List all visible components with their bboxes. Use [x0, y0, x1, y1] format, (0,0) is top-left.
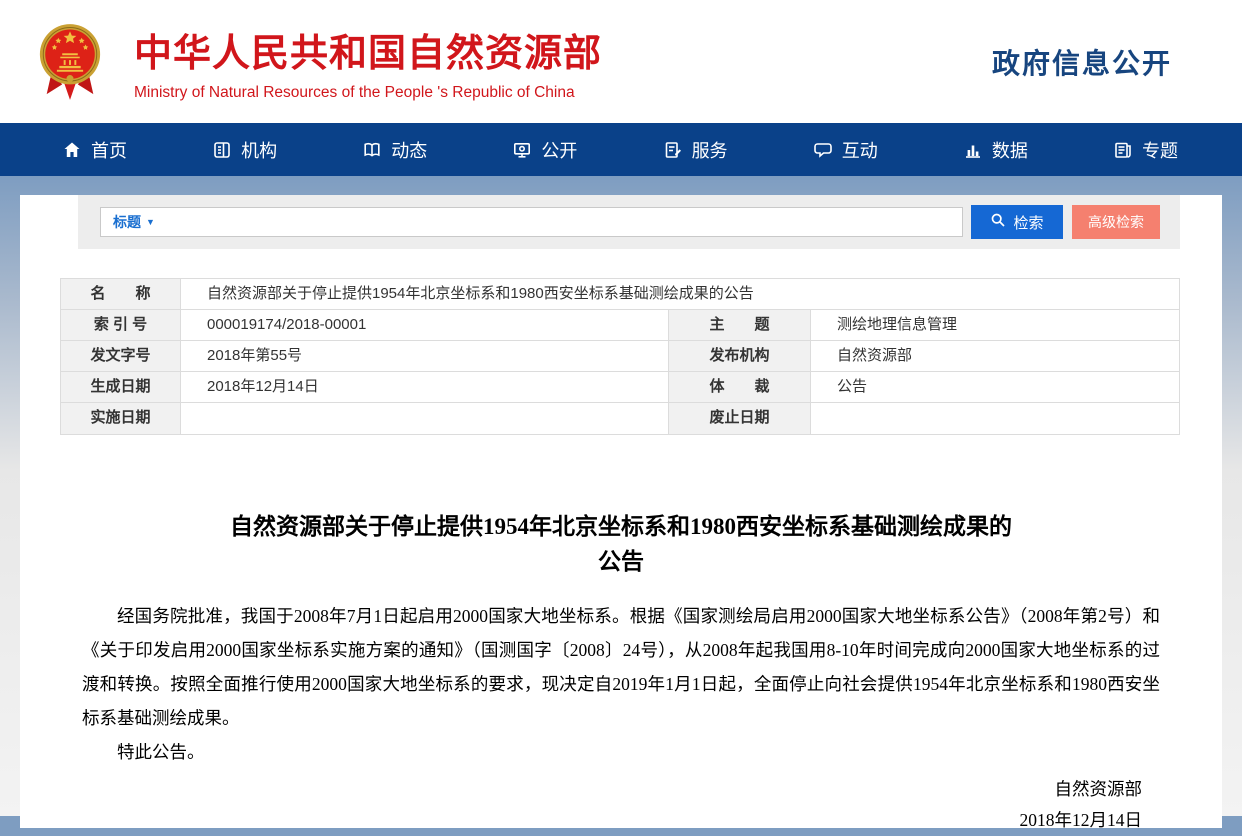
- announcement-body: 经国务院批准，我国于2008年7月1日起启用2000国家大地坐标系。根据《国家测…: [20, 599, 1222, 769]
- news-book-icon: [362, 140, 382, 160]
- disclosure-monitor-icon: [512, 140, 532, 160]
- nav-item-disclosure[interactable]: 公开: [512, 137, 577, 163]
- announcement-title: 自然资源部关于停止提供1954年北京坐标系和1980西安坐标系基础测绘成果的公告: [221, 509, 1021, 579]
- search-field-label: 标题: [113, 212, 141, 232]
- nav-item-label: 动态: [391, 137, 427, 163]
- nav-item-home[interactable]: 首页: [62, 137, 127, 163]
- meta-label-doc-number: 发文字号: [61, 341, 181, 372]
- chevron-down-icon: ▼: [146, 217, 155, 227]
- main-nav: 首页 机构 动态 公开 服务 互动 数据 专题: [0, 123, 1242, 176]
- meta-value-issuer: 自然资源部: [811, 341, 1179, 372]
- meta-label-effective-date: 实施日期: [61, 403, 181, 434]
- nav-item-services[interactable]: 服务: [663, 137, 728, 163]
- meta-label-name: 名 称: [61, 279, 181, 310]
- nav-item-data[interactable]: 数据: [963, 137, 1028, 163]
- nav-item-org[interactable]: 机构: [212, 137, 277, 163]
- page: { "header": { "title_cn": "中华人民共和国自然资源部"…: [0, 0, 1242, 816]
- announcement-closing: 特此公告。: [20, 735, 1222, 769]
- search-icon: [990, 212, 1006, 232]
- announcement-document: 自然资源部关于停止提供1954年北京坐标系和1980西安坐标系基础测绘成果的公告…: [20, 509, 1222, 836]
- china-national-emblem-icon: [36, 17, 104, 109]
- interaction-chat-icon: [813, 140, 833, 160]
- signature-org: 自然资源部: [20, 774, 1142, 805]
- home-icon: [62, 140, 82, 160]
- meta-label-subject: 主 题: [669, 310, 811, 341]
- site-titles: 中华人民共和国自然资源部 Ministry of Natural Resourc…: [134, 22, 602, 102]
- site-header: 中华人民共和国自然资源部 Ministry of Natural Resourc…: [0, 0, 1242, 123]
- signature-block: 自然资源部 2018年12月14日: [20, 774, 1222, 836]
- site-subtitle: Ministry of Natural Resources of the Peo…: [134, 84, 602, 102]
- nav-item-topics[interactable]: 专题: [1113, 137, 1178, 163]
- nav-item-label: 机构: [241, 137, 277, 163]
- search-button[interactable]: 检索: [971, 205, 1063, 239]
- meta-value-genre: 公告: [811, 372, 1179, 403]
- document-meta-table: 名 称 自然资源部关于停止提供1954年北京坐标系和1980西安坐标系基础测绘成…: [60, 278, 1180, 435]
- nav-item-interaction[interactable]: 互动: [813, 137, 878, 163]
- search-button-label: 检索: [1013, 212, 1043, 233]
- meta-value-subject: 测绘地理信息管理: [811, 310, 1179, 341]
- meta-label-issuer: 发布机构: [669, 341, 811, 372]
- nav-item-label: 互动: [842, 137, 878, 163]
- nav-item-label: 首页: [91, 137, 127, 163]
- search-field-dropdown[interactable]: 标题 ▼: [113, 212, 155, 232]
- meta-value-index: 000019174/2018-00001: [181, 310, 669, 341]
- meta-label-index: 索 引 号: [61, 310, 181, 341]
- meta-value-name: 自然资源部关于停止提供1954年北京坐标系和1980西安坐标系基础测绘成果的公告: [181, 279, 1179, 310]
- special-topics-icon: [1113, 140, 1133, 160]
- service-edit-icon: [663, 140, 683, 160]
- data-chart-icon: [963, 140, 983, 160]
- meta-label-created-date: 生成日期: [61, 372, 181, 403]
- advanced-search-button[interactable]: 高级检索: [1072, 205, 1160, 239]
- meta-value-doc-number: 2018年第55号: [181, 341, 669, 372]
- page-title: 政府信息公开: [992, 42, 1172, 82]
- announcement-paragraph: 经国务院批准，我国于2008年7月1日起启用2000国家大地坐标系。根据《国家测…: [20, 599, 1222, 735]
- advanced-search-label: 高级检索: [1088, 212, 1144, 232]
- search-bar: 标题 ▼ 检索 高级检索: [78, 195, 1180, 249]
- nav-item-label: 公开: [541, 137, 577, 163]
- organization-icon: [212, 140, 232, 160]
- meta-label-repeal-date: 废止日期: [669, 403, 811, 434]
- nav-item-label: 专题: [1142, 137, 1178, 163]
- nav-item-label: 服务: [692, 137, 728, 163]
- site-title: 中华人民共和国自然资源部: [134, 22, 602, 77]
- meta-label-genre: 体 裁: [669, 372, 811, 403]
- meta-value-created-date: 2018年12月14日: [181, 372, 669, 403]
- brand: 中华人民共和国自然资源部 Ministry of Natural Resourc…: [36, 15, 602, 109]
- content-panel: 标题 ▼ 检索 高级检索 名 称 自然资源部关于停止提供1954年北京坐标系和1…: [20, 195, 1222, 828]
- nav-item-news[interactable]: 动态: [362, 137, 427, 163]
- nav-item-label: 数据: [992, 137, 1028, 163]
- meta-value-repeal-date: [811, 403, 1179, 434]
- search-input[interactable]: 标题 ▼: [100, 207, 963, 237]
- signature-date: 2018年12月14日: [20, 805, 1142, 836]
- meta-value-effective-date: [181, 403, 669, 434]
